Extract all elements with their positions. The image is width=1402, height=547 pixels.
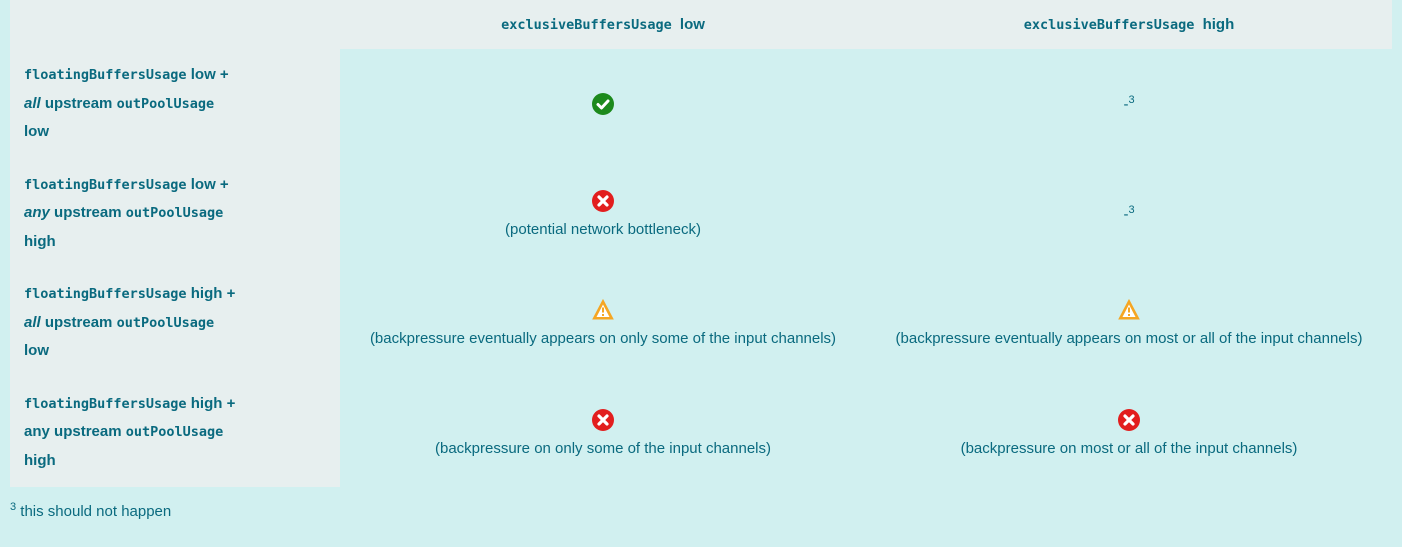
cell: -3 <box>866 159 1392 269</box>
row-plus: + <box>227 285 236 302</box>
check-icon <box>591 92 615 116</box>
row-metric2: outPoolUsage <box>126 205 224 221</box>
dash-note: -3 <box>1123 96 1134 113</box>
cross-icon <box>591 189 615 213</box>
warning-icon <box>591 298 615 322</box>
row-qualifier: any <box>24 204 50 221</box>
row-level1: low <box>191 66 216 83</box>
row-upstream: upstream <box>54 204 122 221</box>
cell-caption: (backpressure eventually appears on only… <box>370 330 836 347</box>
row-plus: + <box>220 66 229 83</box>
cell: (potential network bottleneck) <box>340 159 866 269</box>
cell-caption: (backpressure on only some of the input … <box>435 440 771 457</box>
column-metric: exclusiveBuffersUsage <box>501 17 672 33</box>
row-qualifier: all <box>24 95 41 112</box>
row-level2: high <box>24 452 56 469</box>
column-header-high: exclusiveBuffersUsage high <box>866 0 1392 49</box>
cross-icon <box>1117 408 1141 432</box>
row-header: floatingBuffersUsage high + all upstream… <box>10 268 340 378</box>
table-row: floatingBuffersUsage low + all upstream … <box>10 49 1392 159</box>
row-upstream: upstream <box>45 95 113 112</box>
column-metric: exclusiveBuffersUsage <box>1024 17 1195 33</box>
row-upstream: upstream <box>45 314 113 331</box>
row-metric1: floatingBuffersUsage <box>24 67 187 83</box>
row-metric1: floatingBuffersUsage <box>24 177 187 193</box>
row-metric2: outPoolUsage <box>126 424 224 440</box>
row-level2: low <box>24 123 49 140</box>
row-header: floatingBuffersUsage low + all upstream … <box>10 49 340 159</box>
column-header-low: exclusiveBuffersUsage low <box>340 0 866 49</box>
row-plus: + <box>220 176 229 193</box>
table-row: floatingBuffersUsage high + any upstream… <box>10 378 1392 488</box>
row-metric1: floatingBuffersUsage <box>24 396 187 412</box>
buffers-usage-table: exclusiveBuffersUsage low exclusiveBuffe… <box>10 0 1392 487</box>
column-level: low <box>680 16 705 33</box>
table-row: floatingBuffersUsage high + all upstream… <box>10 268 1392 378</box>
footnote-text: this should not happen <box>16 503 171 520</box>
cell-caption: (backpressure on most or all of the inpu… <box>961 440 1298 457</box>
row-level1: high <box>191 285 223 302</box>
column-level: high <box>1203 16 1235 33</box>
row-metric1: floatingBuffersUsage <box>24 286 187 302</box>
dash-note: -3 <box>1123 206 1134 223</box>
table-row: floatingBuffersUsage low + any upstream … <box>10 159 1392 269</box>
cell-caption: (potential network bottleneck) <box>505 221 701 238</box>
cell <box>340 49 866 159</box>
table-corner <box>10 0 340 49</box>
dash-sup: 3 <box>1128 94 1134 106</box>
cell: (backpressure eventually appears on only… <box>340 268 866 378</box>
row-metric2: outPoolUsage <box>117 315 215 331</box>
warning-icon <box>1117 298 1141 322</box>
row-metric2: outPoolUsage <box>117 96 215 112</box>
footnote: 3 this should not happen <box>10 501 1392 520</box>
cell: -3 <box>866 49 1392 159</box>
row-level1: low <box>191 176 216 193</box>
row-level2: low <box>24 342 49 359</box>
cross-icon <box>591 408 615 432</box>
cell-caption: (backpressure eventually appears on most… <box>896 330 1363 347</box>
cell: (backpressure on only some of the input … <box>340 378 866 488</box>
cell: (backpressure eventually appears on most… <box>866 268 1392 378</box>
cell: (backpressure on most or all of the inpu… <box>866 378 1392 488</box>
row-upstream: upstream <box>54 423 122 440</box>
dash-sup: 3 <box>1128 204 1134 216</box>
row-qualifier: any <box>24 423 50 440</box>
row-header: floatingBuffersUsage low + any upstream … <box>10 159 340 269</box>
row-qualifier: all <box>24 314 41 331</box>
row-level2: high <box>24 233 56 250</box>
row-level1: high <box>191 395 223 412</box>
row-header: floatingBuffersUsage high + any upstream… <box>10 378 340 488</box>
row-plus: + <box>227 395 236 412</box>
